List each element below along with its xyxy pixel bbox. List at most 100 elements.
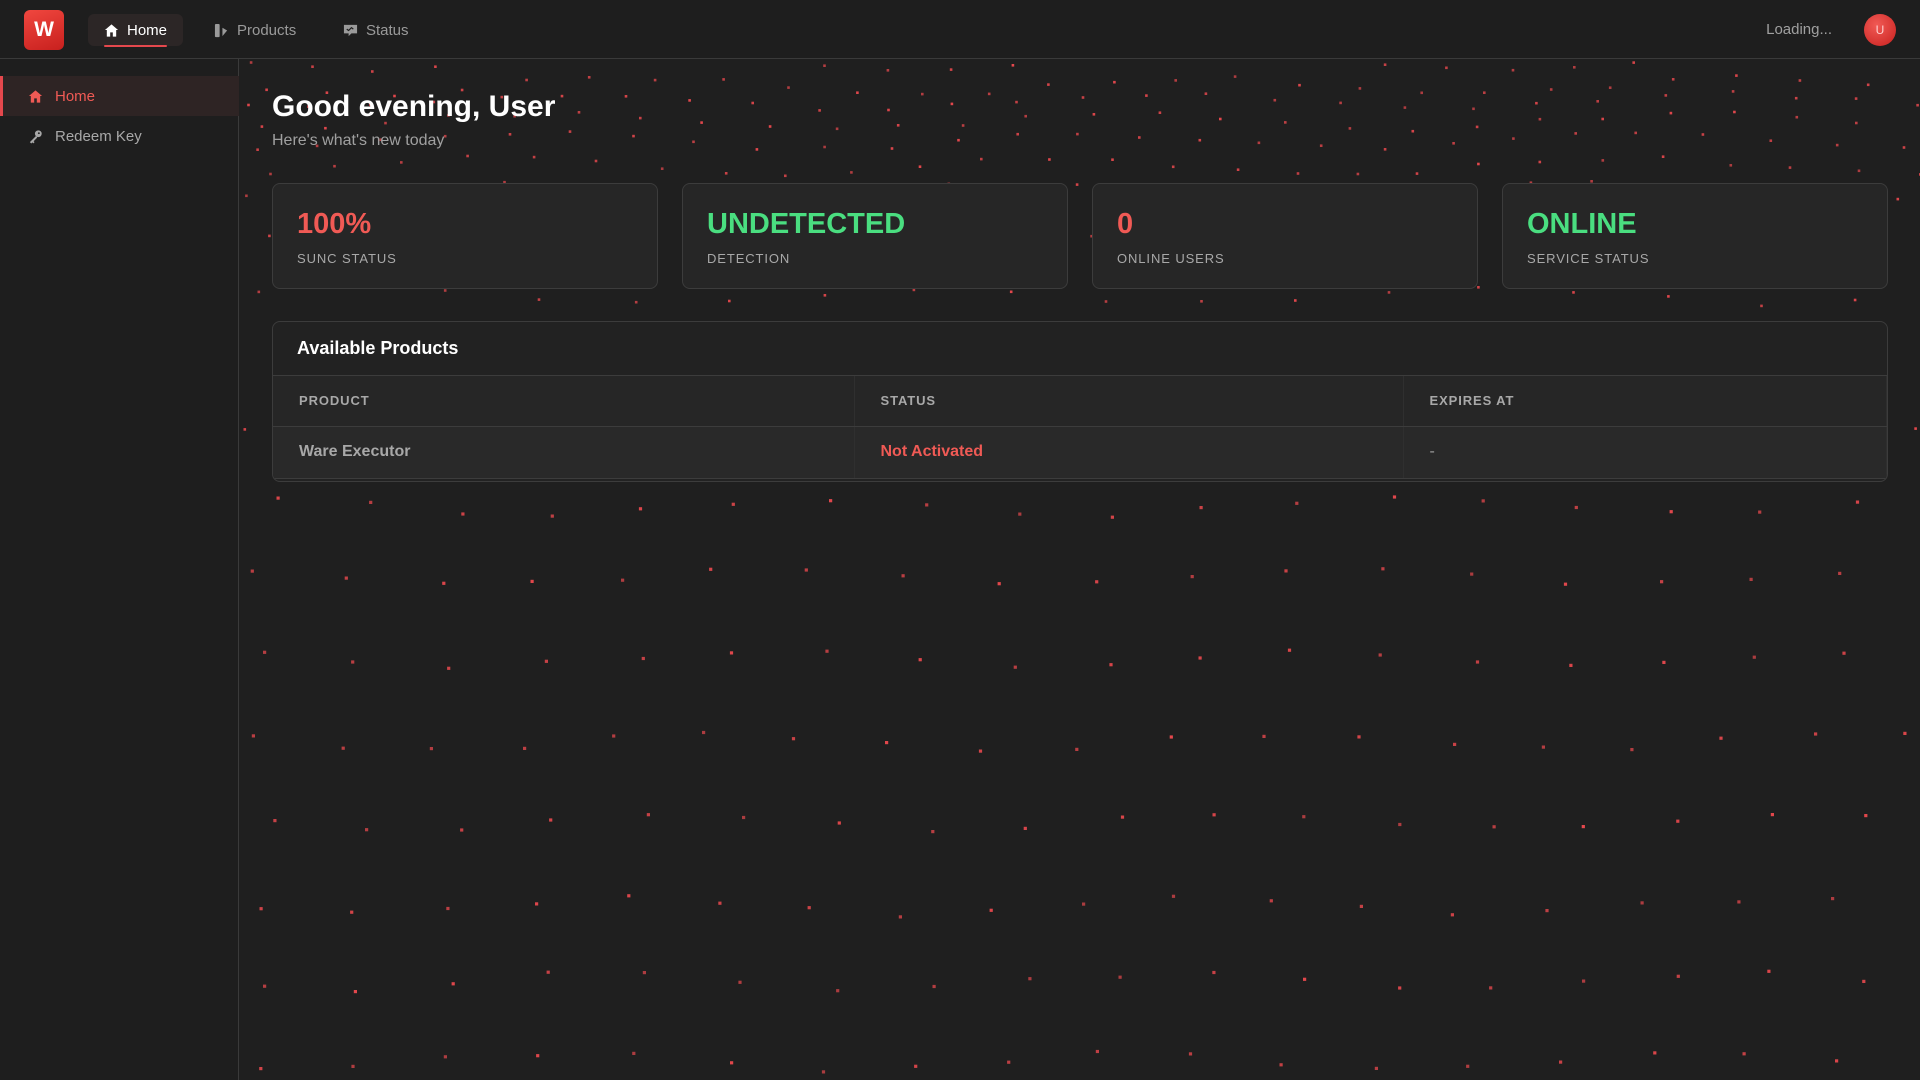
background-dot: [443, 289, 447, 292]
stat-label: ONLINE USERS: [1117, 251, 1225, 266]
background-dot: [1284, 569, 1288, 573]
background-dot: [1174, 79, 1177, 82]
background-dot: [980, 157, 983, 161]
background-dot: [1392, 495, 1397, 499]
background-dot: [989, 908, 993, 912]
sidebar-item-redeem-key[interactable]: Redeem Key: [0, 116, 239, 156]
background-dot: [587, 76, 591, 79]
background-dot: [1358, 87, 1362, 90]
background-dot: [1257, 141, 1261, 145]
background-dot: [1120, 815, 1125, 819]
stat-card-sunc: 100% SUNC STATUS: [272, 183, 658, 289]
background-dot: [1357, 735, 1361, 739]
nav-tab-home[interactable]: Home: [88, 14, 184, 47]
background-dot: [931, 830, 935, 834]
background-dot: [350, 910, 354, 914]
background-dot: [634, 300, 638, 304]
stat-card-detection: UNDETECTED DETECTION: [682, 183, 1068, 289]
background-dot: [311, 65, 314, 68]
background-dot: [1914, 427, 1917, 430]
background-dot: [1731, 90, 1735, 93]
background-dot: [1563, 582, 1568, 586]
column-header-expires: EXPIRES AT: [1403, 376, 1887, 427]
background-dot: [1573, 66, 1576, 69]
background-dot: [784, 174, 787, 178]
stat-value: 0: [1117, 208, 1134, 240]
background-dot: [371, 70, 374, 73]
background-dot: [1660, 580, 1664, 584]
background-dot: [466, 154, 469, 158]
nav-tab-label: Products: [237, 21, 297, 39]
background-dot: [1169, 735, 1173, 739]
background-dot: [1466, 1064, 1470, 1068]
background-dot: [508, 133, 512, 136]
background-dot: [568, 130, 572, 133]
background-dot: [1302, 815, 1306, 819]
background-dot: [1630, 748, 1634, 752]
background-dot: [1294, 299, 1297, 302]
background-dot: [1023, 826, 1027, 830]
background-dot: [1013, 665, 1017, 669]
background-dot: [1374, 1066, 1378, 1070]
background-dot: [1608, 86, 1612, 89]
background-dot: [341, 746, 345, 750]
background-dot: [818, 109, 821, 112]
nav-tab-label: Home: [127, 21, 168, 39]
background-dot: [1145, 94, 1148, 97]
background-dot: [1298, 83, 1301, 87]
background-dot: [594, 159, 598, 163]
background-dot: [532, 155, 536, 159]
background-dot: [243, 428, 247, 431]
products-panel: Available Products PRODUCT STATUS EXPIRE…: [272, 321, 1888, 482]
stat-card-service-status: ONLINE SERVICE STATUS: [1502, 183, 1888, 289]
background-dot: [434, 65, 437, 68]
background-dot: [621, 578, 625, 582]
app-logo[interactable]: W: [24, 10, 64, 50]
background-dot: [1701, 133, 1705, 136]
background-dot: [460, 828, 464, 832]
nav-tab-status[interactable]: Status: [327, 14, 425, 46]
user-avatar[interactable]: U: [1864, 14, 1896, 46]
background-dot: [1269, 899, 1273, 903]
background-dot: [978, 749, 983, 753]
background-dot: [400, 161, 403, 164]
background-dot: [265, 88, 268, 92]
background-dot: [1110, 515, 1114, 519]
products-panel-title: Available Products: [273, 322, 1887, 376]
background-dot: [1671, 78, 1675, 81]
background-dot: [1398, 822, 1402, 827]
background-dot: [1190, 575, 1194, 579]
background-dot: [702, 730, 706, 735]
background-dot: [461, 512, 465, 516]
background-dot: [1171, 894, 1176, 898]
background-dot: [1233, 75, 1237, 78]
sidebar-item-home[interactable]: Home: [0, 76, 239, 116]
background-dot: [1287, 648, 1292, 652]
background-dot: [1303, 977, 1307, 981]
background-dot: [1853, 298, 1857, 302]
background-dot: [1601, 159, 1605, 162]
background-dot: [1295, 501, 1299, 505]
background-dot: [1075, 747, 1079, 751]
background-dot: [247, 103, 250, 107]
stat-label: SUNC STATUS: [297, 251, 397, 266]
background-dot: [850, 171, 853, 174]
background-dot: [1398, 986, 1402, 990]
background-dot: [1549, 88, 1553, 91]
background-dot: [1814, 732, 1818, 736]
background-dot: [1104, 300, 1108, 303]
background-dot: [1862, 979, 1866, 983]
background-dot: [1634, 131, 1637, 135]
nav-tab-products[interactable]: Products: [198, 14, 312, 46]
background-dot: [1319, 144, 1323, 147]
background-dot: [1511, 68, 1515, 72]
table-header-row: PRODUCT STATUS EXPIRES AT: [273, 376, 1887, 427]
background-dot: [1492, 825, 1496, 829]
product-name: Ware Executor: [273, 426, 855, 479]
background-dot: [718, 901, 722, 905]
background-dot: [823, 145, 826, 149]
table-row[interactable]: Ware Executor Not Activated -: [273, 426, 1887, 479]
background-dot: [1452, 142, 1455, 145]
background-dot: [1676, 974, 1680, 978]
background-dot: [1359, 904, 1363, 908]
